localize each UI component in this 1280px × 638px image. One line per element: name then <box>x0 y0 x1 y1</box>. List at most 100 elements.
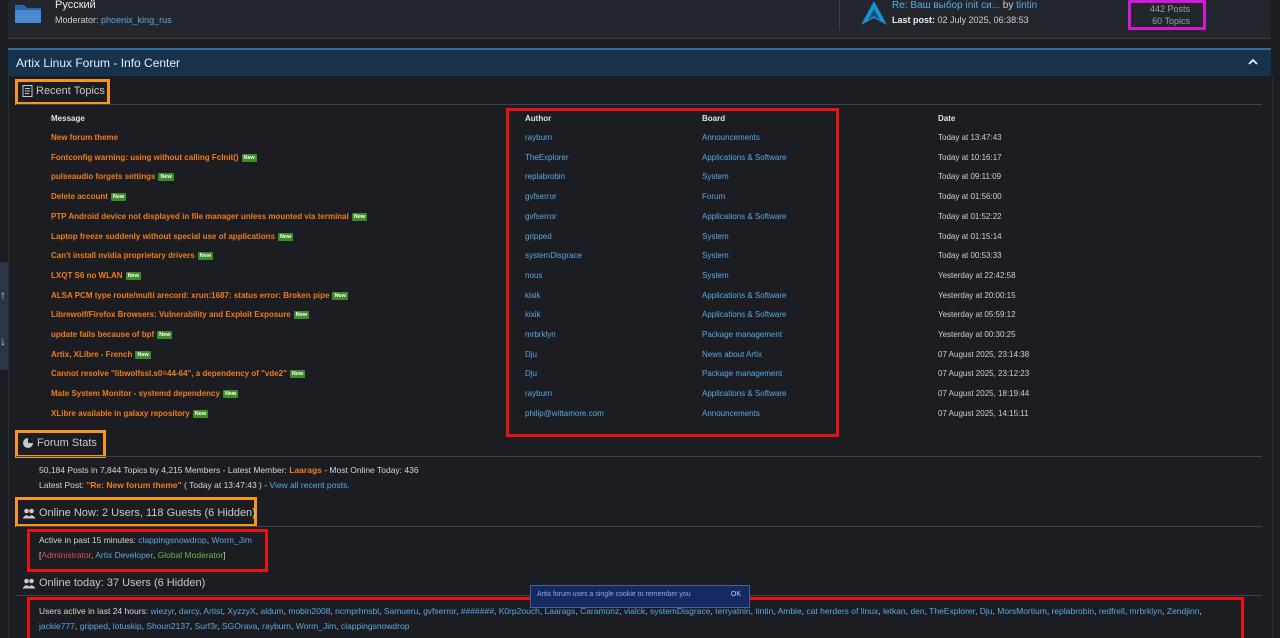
topic-link[interactable]: New forum theme <box>51 133 118 142</box>
online-user-link[interactable]: den <box>910 606 924 616</box>
online-user-link[interactable]: Artist <box>203 606 222 616</box>
online-user-link[interactable]: tintin <box>755 606 773 616</box>
topic-link[interactable]: Fontconfig warning: using without callin… <box>51 153 257 162</box>
online-user-link[interactable]: Dju <box>980 606 993 616</box>
online-user-link[interactable]: Worm_Jim <box>296 621 336 631</box>
topic-link[interactable]: Cannot resolve "libwolfssl.s0=44-64", a … <box>51 369 306 379</box>
topic-link[interactable]: pulseaudio forgets settings New <box>51 172 174 182</box>
topic-link[interactable]: Mate System Monitor - systemd dependency… <box>51 389 239 399</box>
board-topics-count: 60 Topics <box>1152 16 1190 26</box>
online-user-link[interactable]: clappingsnowdrop <box>138 535 207 545</box>
latest-post-link[interactable]: "Re: New forum theme" <box>86 480 181 490</box>
topic-link[interactable]: PTP Android device not displayed in file… <box>51 212 368 221</box>
new-badge: New <box>157 331 173 339</box>
col-header-date: Date <box>938 114 956 123</box>
topic-link[interactable]: Can't install nvidia proprietary drivers… <box>51 251 214 261</box>
online-user-link[interactable]: darcy <box>179 606 199 616</box>
online-user-link[interactable]: ####### <box>461 606 494 616</box>
online-user-link[interactable]: TheExplorer <box>929 606 975 616</box>
online-user-link[interactable]: Surf3r <box>195 621 218 631</box>
document-icon <box>22 85 33 97</box>
new-badge: New <box>158 173 174 182</box>
topic-link[interactable]: XLibre available in galaxy repository New <box>51 409 209 418</box>
board-row: Русский Moderator: phoenix_king_rus Re: … <box>8 0 1271 39</box>
new-badge: New <box>289 370 306 379</box>
moderator-link[interactable]: phoenix_king_rus <box>101 15 172 25</box>
topic-date: Yesterday at 05:59:12 <box>938 310 1016 320</box>
online-user-link[interactable]: cat herders of linux <box>806 606 878 616</box>
topic-link[interactable]: Delete account New <box>51 192 127 202</box>
view-all-recent-link[interactable]: View all recent posts. <box>269 480 349 490</box>
online-user-link[interactable]: SGOrava <box>222 621 257 631</box>
online-user-link[interactable]: aldum <box>260 606 283 616</box>
topic-date: Today at 13:47:43 <box>938 133 1002 142</box>
online-user-link[interactable]: mrbrklyn <box>1130 606 1163 616</box>
online-user-link[interactable]: clappingsnowdrop <box>341 621 410 631</box>
cookie-notice-text: Artix forum uses a single cookie to reme… <box>537 591 691 598</box>
topic-date: 07 August 2025, 14:15:11 <box>938 408 1029 418</box>
new-badge: New <box>125 271 141 280</box>
cookie-ok-button[interactable]: OK <box>731 591 741 598</box>
online-user-link[interactable]: Worm_Jim <box>211 535 251 545</box>
users-icon <box>22 508 36 518</box>
online-user-link[interactable]: Zendjinn <box>1167 606 1200 616</box>
topic-date: 07 August 2025, 23:12:23 <box>938 369 1030 379</box>
online-user-link[interactable]: Ambie <box>778 606 802 616</box>
active-24-line: Users active in last 24 hours: wiezyr, d… <box>39 606 1202 631</box>
role-global-moderator[interactable]: Global Moderator <box>158 550 224 560</box>
online-user-link[interactable]: letkan <box>883 606 906 616</box>
last-post-author-link[interactable]: tintin <box>1016 0 1037 11</box>
last-post-link[interactable]: Re: Ваш выбор init си... <box>892 0 1000 11</box>
online-user-link[interactable]: ncmprhnsbl <box>335 606 379 616</box>
chevron-up-icon[interactable] <box>1247 56 1259 68</box>
online-user-link[interactable]: replabrobin <box>1052 606 1095 616</box>
info-center-header[interactable]: Artix Linux Forum - Info Center <box>8 48 1271 76</box>
role-artix-developer[interactable]: Artix Developer <box>95 550 153 560</box>
last-post-date: Last post: 02 July 2025, 06:38:53 <box>892 15 1029 25</box>
topic-date: Yesterday at 20:00:15 <box>938 290 1016 300</box>
col-header-message: Message <box>51 114 85 123</box>
online-user-link[interactable]: Samueru <box>384 606 419 616</box>
online-user-link[interactable]: wiezyr <box>151 606 175 616</box>
recent-topics-heading: Recent Topics <box>22 85 105 97</box>
pie-chart-icon <box>23 438 33 448</box>
topic-date: Today at 01:56:00 <box>938 192 1002 202</box>
roles-legend: [Administrator, Artix Developer, Global … <box>39 550 226 560</box>
info-center-title: Artix Linux Forum - Info Center <box>16 56 181 70</box>
topic-link[interactable]: update fails because of bpf New <box>51 330 173 339</box>
online-user-link[interactable]: gvfserror <box>423 606 456 616</box>
topic-date: Today at 09:11:09 <box>938 172 1002 182</box>
topic-link[interactable]: Laptop freeze suddenly without special u… <box>51 232 294 241</box>
online-user-link[interactable]: mobin2008 <box>288 606 330 616</box>
online-today-heading: Online today: 37 Users (6 Hidden) <box>22 577 205 589</box>
online-user-link[interactable]: jackie777 <box>39 621 75 631</box>
latest-member-link[interactable]: Laarags <box>289 465 322 475</box>
new-badge: New <box>110 193 127 202</box>
active-15-line: Active in past 15 minutes: clappingsnowd… <box>39 535 252 545</box>
latest-post-line: Latest Post: "Re: New forum theme" ( Tod… <box>39 480 350 490</box>
new-badge: New <box>293 311 310 320</box>
topic-link[interactable]: Librewolf/Firefox Browsers: Vulnerabilit… <box>51 310 310 320</box>
topic-link[interactable]: LXQT S6 no WLAN New <box>51 271 141 280</box>
topic-link[interactable]: ALSA PCM type route/multi arecord: xrun:… <box>51 291 348 300</box>
role-administrator[interactable]: Administrator <box>41 550 91 560</box>
section-divider <box>16 456 1262 457</box>
new-badge: New <box>222 390 239 399</box>
new-badge: New <box>278 232 294 241</box>
active-24-users: wiezyr, darcy, Artist, XyzzyX, aldum, mo… <box>39 606 1202 631</box>
board-stats: 442 Posts 60 Topics <box>1128 0 1206 30</box>
board-name-link[interactable]: Русский <box>55 0 96 11</box>
online-user-link[interactable]: lotuskip <box>113 621 142 631</box>
topic-date: Yesterday at 22:42:58 <box>938 270 1016 280</box>
online-user-link[interactable]: rayburn <box>262 621 291 631</box>
online-user-link[interactable]: Shoun2137 <box>146 621 190 631</box>
topic-link[interactable]: Artix, XLibre - French New <box>51 350 151 359</box>
forum-stats-line: 50,184 Posts in 7,844 Topics by 4,215 Me… <box>39 465 419 475</box>
online-user-link[interactable]: redfrell <box>1099 606 1125 616</box>
online-user-link[interactable]: MorsMortium <box>997 606 1047 616</box>
online-user-link[interactable]: XyzzyX <box>227 606 255 616</box>
topic-date: Today at 10:16:17 <box>938 152 1002 162</box>
online-user-link[interactable]: gripped <box>80 621 108 631</box>
folder-icon <box>15 5 41 23</box>
topic-date: Today at 01:52:22 <box>938 211 1002 221</box>
